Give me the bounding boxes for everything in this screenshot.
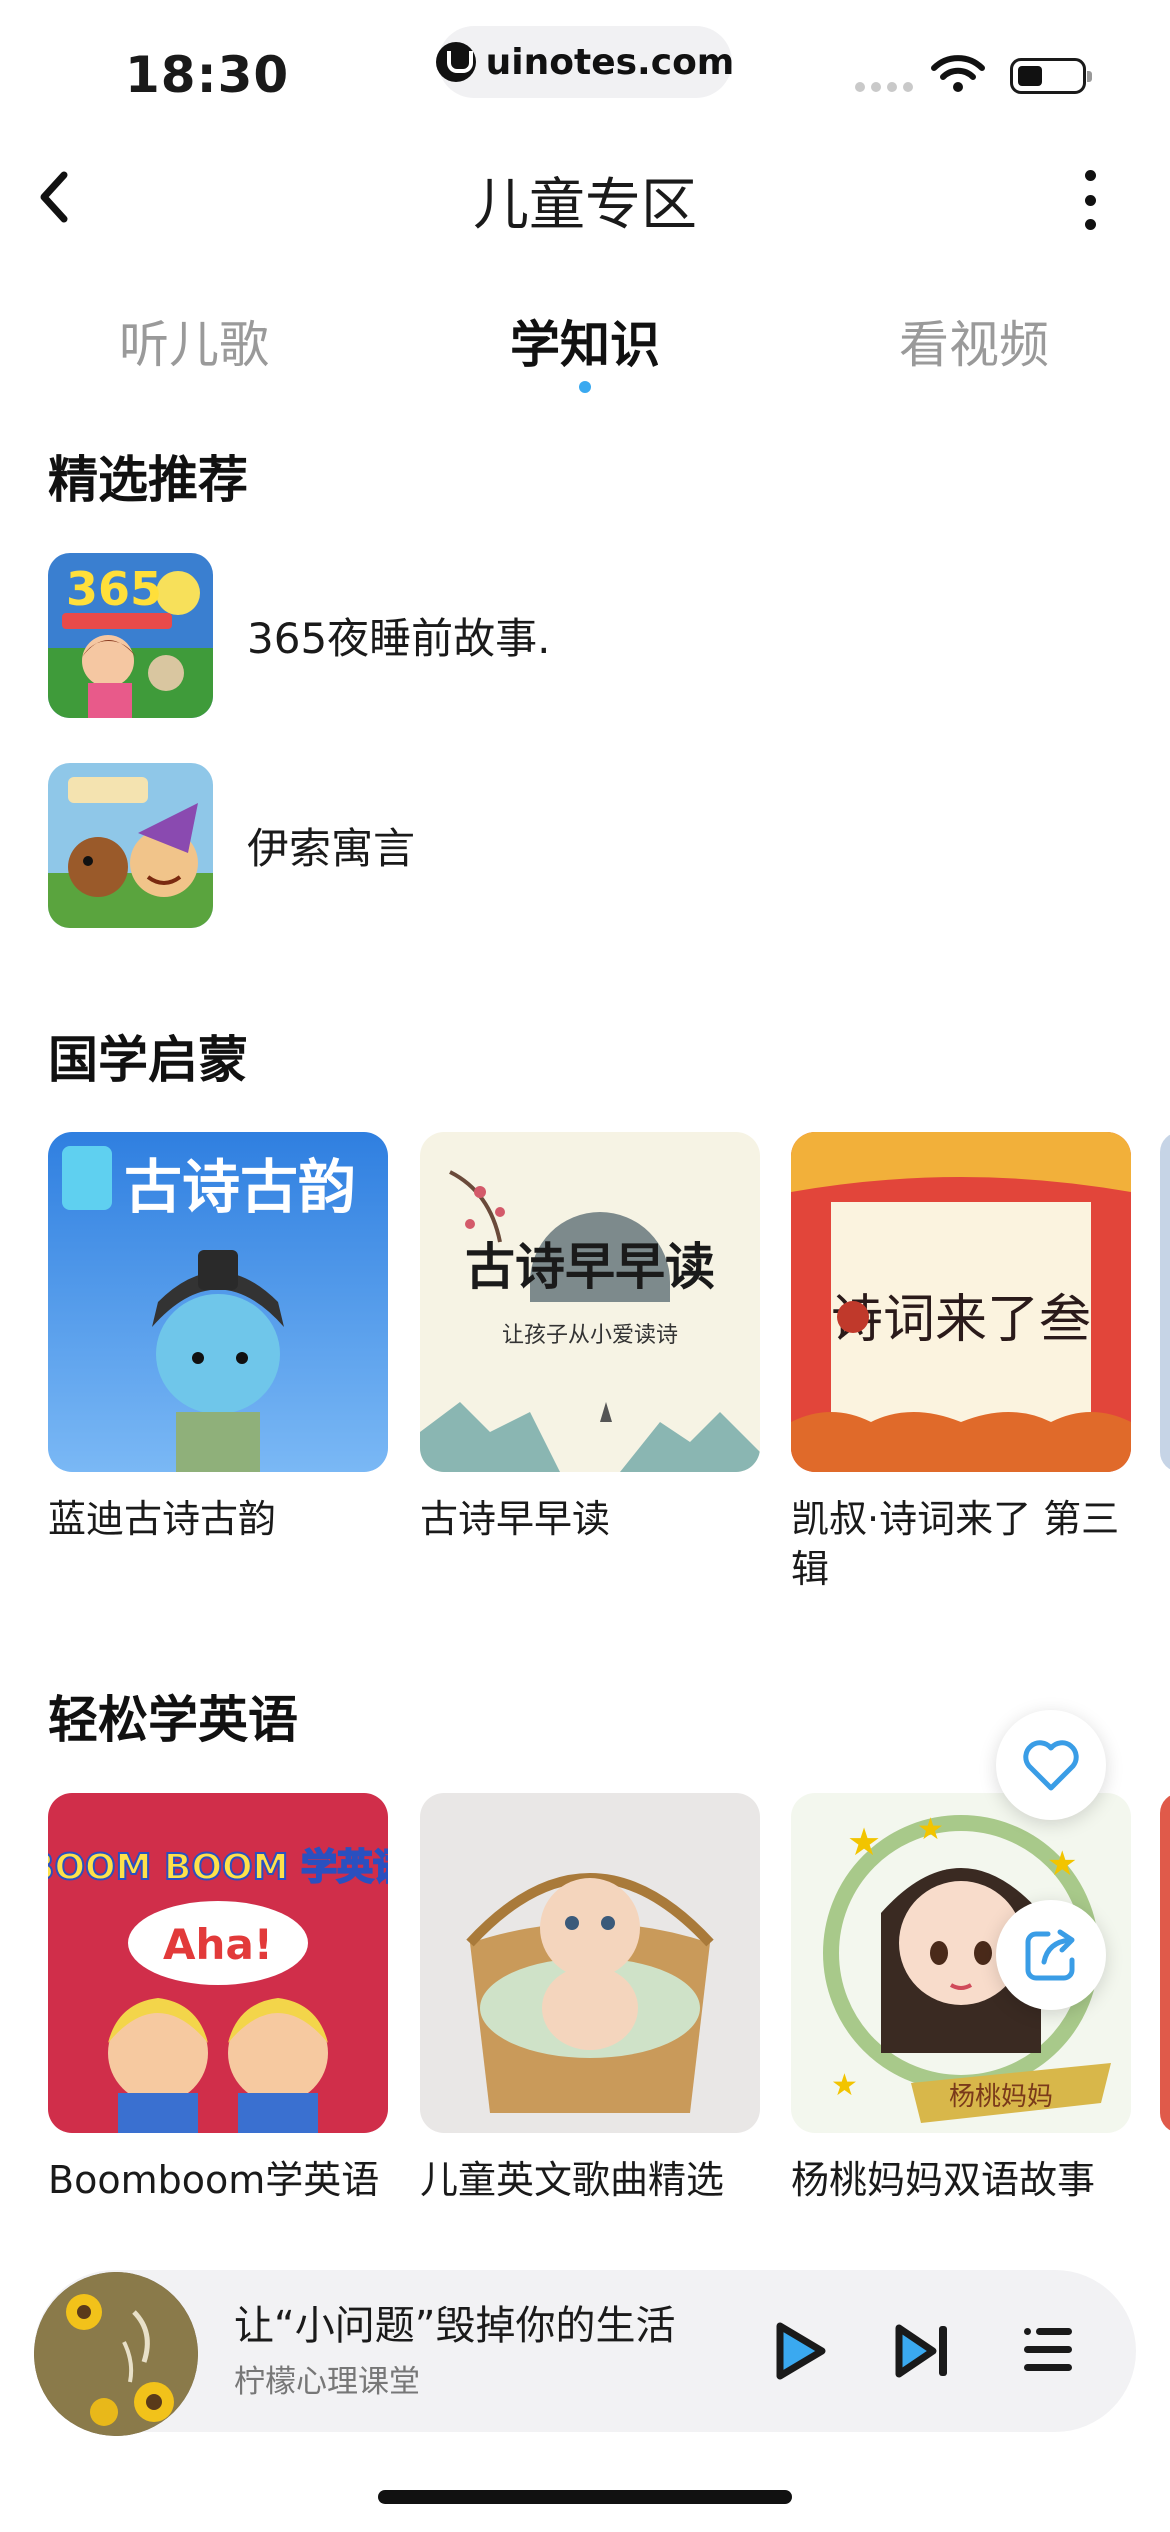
card-label: Boomboom学英语: [48, 2158, 380, 2202]
cover-subtitle: 让孩子从小爱读诗: [502, 1323, 678, 1348]
player-cover-art[interactable]: [34, 2272, 198, 2436]
card[interactable]: 古诗古韵 蓝迪古诗古韵: [48, 1132, 388, 1544]
list-item-label: 365夜睡前故事.: [247, 614, 551, 663]
active-tab-indicator: [579, 381, 591, 393]
tab-watch-videos[interactable]: 看视频: [844, 305, 1104, 377]
play-icon[interactable]: [770, 2320, 830, 2382]
svg-text:★: ★: [831, 2068, 858, 2103]
card-label: 蓝迪古诗古韵: [48, 1497, 277, 1541]
section-title-guoxue: 国学启蒙: [48, 1031, 248, 1089]
svg-text:★: ★: [917, 1812, 944, 1847]
cover-title: 古诗古韵: [124, 1153, 356, 1221]
wifi-icon: [931, 55, 985, 92]
url-text: uinotes.com: [485, 41, 735, 83]
kaishu-poetry-cover: 诗词来了叁: [791, 1132, 1131, 1472]
next-card-peek[interactable]: [1160, 1132, 1170, 1472]
list-item-label: 伊索寓言: [247, 824, 416, 873]
card-label: 杨桃妈妈双语故事: [791, 2158, 1096, 2202]
svg-text:★: ★: [847, 1820, 881, 1864]
card-label: 凯叔·诗词来了 第三辑: [791, 1497, 1120, 1591]
card[interactable]: BOOM BOOM 学英语 Aha! Boomboom学英语: [48, 1793, 388, 2205]
next-track-icon[interactable]: [893, 2322, 953, 2380]
status-time: 18:30: [125, 46, 290, 104]
heart-icon: [1023, 1740, 1079, 1791]
home-indicator[interactable]: [378, 2490, 792, 2504]
aesop-fables-cover: [48, 763, 213, 928]
section-title-featured: 精选推荐: [48, 451, 248, 509]
list-item[interactable]: 伊索寓言: [48, 763, 1122, 928]
battery-icon: [1010, 58, 1092, 94]
cover-subtitle: Aha!: [163, 1920, 273, 1969]
early-poetry-cover: 古诗早早读 让孩子从小爱读诗: [420, 1132, 760, 1472]
next-card-peek[interactable]: [1160, 1793, 1170, 2133]
kids-english-songs-cover: [420, 1793, 760, 2133]
share-icon: [1025, 1929, 1075, 1981]
card-label: 古诗早早读: [420, 1497, 611, 1541]
player-track-title: 让“小问题”毁掉你的生活: [234, 2303, 676, 2349]
svg-text:★: ★: [1047, 1844, 1077, 1884]
playlist-icon[interactable]: [1022, 2324, 1074, 2376]
favorite-button[interactable]: [996, 1710, 1106, 1820]
cover-title: BOOM BOOM 学英语: [48, 1846, 388, 1888]
player-track-subtitle: 柠檬心理课堂: [234, 2364, 420, 2400]
section-title-english: 轻松学英语: [48, 1691, 298, 1749]
card-label: 儿童英文歌曲精选: [420, 2158, 725, 2202]
cover-title: 古诗早早读: [465, 1237, 715, 1296]
site-logo-icon: [435, 42, 476, 82]
cover-title: 诗词来了叁: [831, 1290, 1091, 1350]
tab-learn-knowledge[interactable]: 学知识: [455, 305, 715, 377]
card[interactable]: 古诗早早读 让孩子从小爱读诗 古诗早早读: [420, 1132, 760, 1544]
tab-listen-songs[interactable]: 听儿歌: [64, 305, 324, 377]
page-title: 儿童专区: [473, 173, 697, 238]
card[interactable]: 儿童英文歌曲精选: [420, 1793, 760, 2205]
list-item[interactable]: 365 365夜睡前故事.: [48, 553, 1122, 718]
boomboom-english-cover: BOOM BOOM 学英语 Aha!: [48, 1793, 388, 2133]
svg-text:365: 365: [66, 562, 162, 616]
landi-poetry-cover: 古诗古韵: [48, 1132, 388, 1472]
share-button[interactable]: [996, 1900, 1106, 2010]
more-options-icon[interactable]: [1070, 170, 1110, 230]
story-365-cover: 365: [48, 553, 213, 718]
cover-title: 杨桃妈妈: [949, 2082, 1053, 2112]
card[interactable]: 诗词来了叁 凯叔·诗词来了 第三辑: [791, 1132, 1131, 1594]
url-pill[interactable]: uinotes.com: [435, 26, 735, 98]
cellular-signal-icon: [855, 82, 917, 92]
